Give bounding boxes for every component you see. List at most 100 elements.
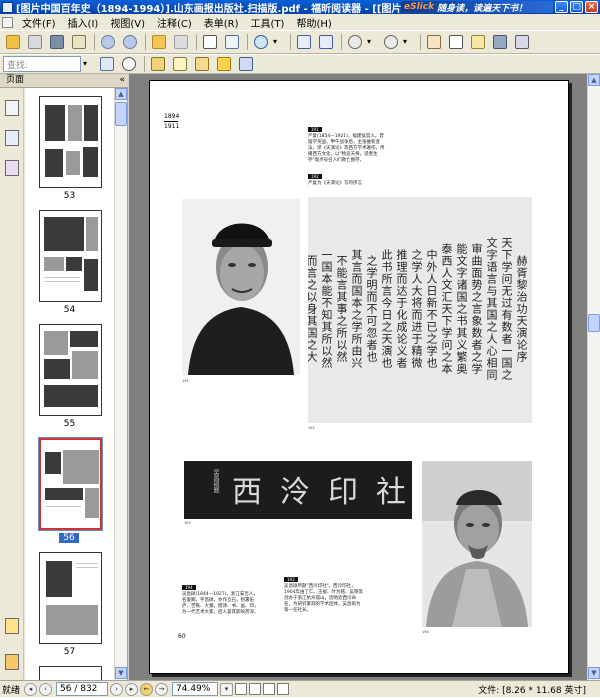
minimize-button[interactable]: _	[555, 1, 568, 13]
plaque-image: 吴昌硕题 西泠印社	[184, 461, 412, 519]
search-button[interactable]	[119, 55, 139, 73]
next-page-button[interactable]: ›	[110, 682, 124, 696]
arrow-right-icon	[174, 35, 188, 49]
toolbar-separator	[420, 34, 421, 50]
single-page-view-icon[interactable]	[235, 683, 248, 695]
thumb-photo	[66, 151, 80, 175]
first-page-button[interactable]: ◂	[24, 682, 38, 696]
comments-tab-icon[interactable]	[5, 618, 19, 634]
caption-text: 严复(1854—1921)，福建侯官人。曾留学英国，甲午战争后，主张维新变法，译…	[308, 134, 385, 163]
scroll-down-button[interactable]: ▼	[115, 667, 127, 679]
print-button[interactable]	[47, 33, 67, 51]
search-input[interactable]: 查找:	[3, 56, 81, 72]
find-next-button[interactable]	[97, 55, 117, 73]
history-forward-button[interactable]: →	[155, 682, 169, 696]
scroll-thumb[interactable]	[115, 102, 127, 126]
continuous-view-icon[interactable]	[249, 683, 262, 695]
thumb-text	[44, 281, 80, 282]
calligraphy-column: 之学明而不可忽者也	[365, 254, 378, 363]
snapshot-button[interactable]	[512, 33, 532, 51]
toolbar-separator	[341, 34, 342, 50]
open-button[interactable]	[3, 33, 23, 51]
scroll-up-button[interactable]: ▲	[115, 88, 127, 100]
scroll-thumb[interactable]	[588, 314, 600, 332]
prev-page-button[interactable]	[98, 33, 118, 51]
photo-number: 192	[308, 426, 315, 430]
photo-number: 191	[182, 379, 189, 383]
thumbnail-label: 56	[59, 533, 79, 543]
thumb-photo	[45, 105, 65, 141]
app-icon[interactable]	[2, 1, 13, 13]
arrow-left-icon	[152, 35, 166, 49]
menu-file[interactable]: 文件(F)	[16, 15, 62, 30]
menu-view[interactable]: 视图(V)	[104, 15, 151, 30]
zoom-in-button[interactable]	[381, 33, 401, 51]
page-thumbnail[interactable]	[39, 210, 102, 302]
scroll-up-button[interactable]: ▲	[588, 74, 600, 86]
history-back-button[interactable]: ←	[140, 682, 154, 696]
prev-page-button[interactable]: ‹	[39, 682, 53, 696]
zoom-input[interactable]: 74.49%	[172, 682, 219, 696]
zoom-dropdown-icon[interactable]: ▾	[220, 682, 234, 696]
hand-tool-button[interactable]	[424, 33, 444, 51]
facing-view-icon[interactable]	[263, 683, 276, 695]
attachments-tab-icon[interactable]	[5, 654, 19, 670]
continuous-facing-view-icon[interactable]	[277, 683, 290, 695]
forward-button[interactable]	[171, 33, 191, 51]
menu-form[interactable]: 表单(R)	[198, 15, 245, 30]
document-scrollbar[interactable]: ▲ ▼	[587, 74, 600, 680]
page-number-input[interactable]: 56 / 832	[56, 682, 109, 696]
chevron-down-icon[interactable]: ▾	[83, 57, 97, 71]
save-button[interactable]	[25, 33, 45, 51]
thumbnail-scrollbar[interactable]: ▲ ▼	[114, 88, 127, 680]
chevron-down-icon[interactable]: ▾	[367, 35, 381, 49]
maximize-button[interactable]: □	[570, 1, 583, 13]
calligraphy-column: 赫胥黎治功天演论序	[515, 254, 528, 363]
menu-insert[interactable]: 插入(I)	[62, 15, 105, 30]
back-button[interactable]	[149, 33, 169, 51]
close-button[interactable]: ×	[585, 1, 598, 13]
page-thumbnail[interactable]	[39, 552, 102, 644]
page-thumbnail[interactable]	[39, 96, 102, 188]
comment-button[interactable]	[214, 55, 234, 73]
thumb-text	[76, 567, 98, 568]
fit-width-button[interactable]	[316, 33, 336, 51]
fit-page-button[interactable]	[294, 33, 314, 51]
calligraphy-column: 能文字诸国之书其义繁奥	[455, 242, 468, 375]
document-view[interactable]: 1894 1911 191 严复(1854—1921)，福建侯官人。曾留学英国，…	[129, 74, 600, 680]
layers-tab-icon[interactable]	[5, 160, 19, 176]
chevron-down-icon[interactable]: ▾	[273, 35, 287, 49]
portrait-photo	[422, 461, 532, 627]
next-page-button[interactable]	[120, 33, 140, 51]
pages-tab-icon[interactable]	[5, 100, 19, 116]
calligraphy-column: 此书所言今日之天演也	[380, 248, 393, 369]
note-button[interactable]	[170, 55, 190, 73]
email-button[interactable]	[69, 33, 89, 51]
copy-button[interactable]	[200, 33, 220, 51]
text-select-button[interactable]	[446, 33, 466, 51]
zoom-out-button[interactable]	[345, 33, 365, 51]
caption-text: 严复为《天演论》写的序言	[308, 181, 362, 186]
collapse-panel-button[interactable]: «	[119, 74, 125, 87]
bookmarks-tab-icon[interactable]	[5, 130, 19, 146]
textbox-button[interactable]	[192, 55, 212, 73]
page-thumbnail-selected[interactable]	[39, 438, 102, 530]
plus-circle-icon	[384, 35, 398, 49]
page-thumbnail[interactable]	[39, 666, 102, 680]
zoom-tool-button[interactable]	[251, 33, 271, 51]
document-icon[interactable]	[2, 16, 13, 28]
find-button[interactable]	[490, 33, 510, 51]
menu-comment[interactable]: 注释(C)	[151, 15, 198, 30]
page-thumbnail[interactable]	[39, 324, 102, 416]
last-page-button[interactable]: ▸	[125, 682, 139, 696]
ad-banner[interactable]: eSlick 随身读，读遍天下书！	[401, 1, 553, 13]
select-tool-button[interactable]	[222, 33, 242, 51]
scroll-down-button[interactable]: ▼	[588, 667, 600, 679]
calligraphy-column: 文字语言与其国之人心相同	[485, 236, 498, 381]
pencil-button[interactable]	[148, 55, 168, 73]
arrow-button[interactable]	[236, 55, 256, 73]
chevron-down-icon[interactable]: ▾	[403, 35, 417, 49]
annotation-button[interactable]	[468, 33, 488, 51]
menu-tools[interactable]: 工具(T)	[245, 15, 291, 30]
menu-help[interactable]: 帮助(H)	[290, 15, 337, 30]
